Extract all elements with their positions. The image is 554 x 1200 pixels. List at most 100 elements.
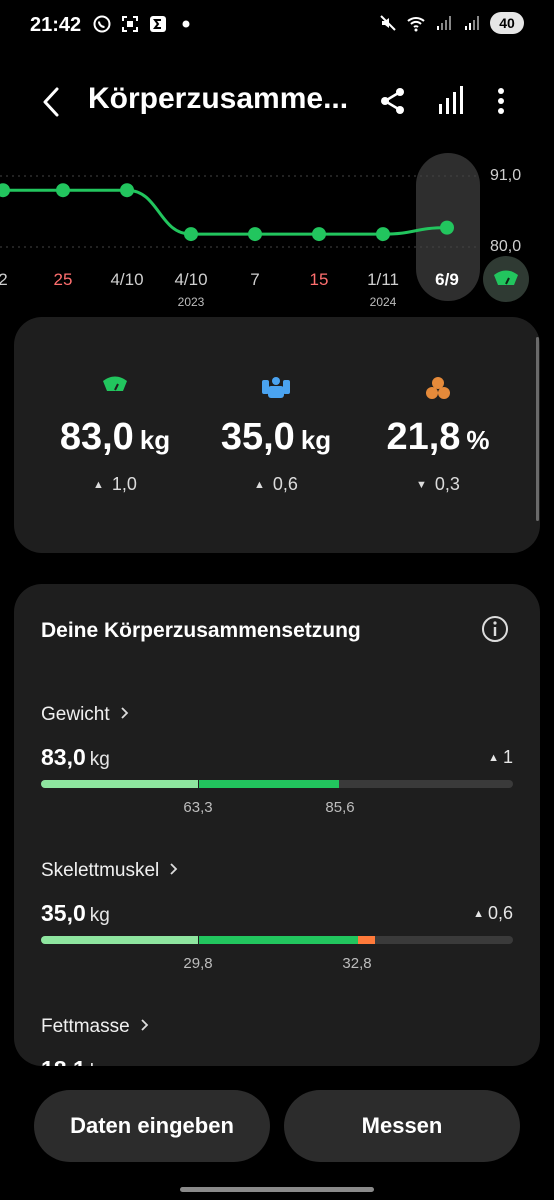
mute-icon: [378, 13, 398, 33]
summary-value: 35,0: [220, 416, 295, 458]
bar-chart-icon: [439, 86, 463, 114]
summary-value-row[interactable]: 83,0 kg: [25, 416, 205, 459]
scale-icon: [494, 270, 518, 285]
metric-delta-value: 1: [502, 747, 513, 767]
summary-delta-value: 0,3: [434, 474, 460, 494]
chevron-left-icon: [43, 87, 59, 117]
status-icons-left: [92, 14, 196, 34]
info-button[interactable]: [480, 614, 510, 644]
scrollbar[interactable]: [536, 337, 539, 521]
data-point: [56, 183, 70, 198]
triangle-up-icon: ▲: [473, 907, 484, 920]
metric-value-row: 18,1 kg: [41, 1056, 110, 1066]
summary-delta: ▼ 0,3: [388, 474, 488, 495]
summary-delta: ▲ 1,0: [65, 474, 165, 495]
triangle-down-icon: ▼: [416, 479, 427, 491]
range-high-label: 85,6: [325, 799, 355, 816]
summary-delta-value: 0,6: [272, 474, 298, 494]
chevron-right-icon: [120, 704, 129, 725]
dot-icon: [176, 14, 196, 34]
summary-unit: kg: [139, 425, 171, 455]
more-options-button[interactable]: [488, 84, 514, 118]
chart-view-button[interactable]: [434, 84, 468, 118]
bar-segment-over: [358, 936, 375, 944]
metric-link[interactable]: Fettmasse: [41, 1016, 149, 1038]
metric-delta: ▲ 0,6: [473, 903, 513, 924]
metric-range-bar: [41, 936, 513, 944]
composition-card: Deine Körperzusammensetzung Gewicht 83,0 k…: [14, 584, 540, 1066]
y-tick-top: 91,0: [490, 167, 522, 184]
summary-value-row[interactable]: 35,0 kg: [186, 416, 366, 459]
sigma-icon: [148, 14, 168, 34]
bar-segment-normal: [198, 780, 339, 788]
more-vertical-icon: [498, 88, 504, 114]
metric-unit: kg: [89, 749, 110, 770]
metric-value: 83,0: [41, 744, 86, 770]
summary-value: 21,8: [386, 416, 461, 458]
bar-segment-low: [41, 936, 198, 944]
metric-link[interactable]: Skelettmuskel: [41, 860, 178, 882]
data-point: [248, 227, 262, 242]
metric-label: Gewicht: [41, 704, 110, 725]
metric-value: 18,1: [41, 1056, 86, 1066]
data-point: [120, 183, 134, 198]
triangle-up-icon: ▲: [488, 751, 499, 764]
summary-delta: ▲ 0,6: [226, 474, 326, 495]
data-point: [184, 227, 198, 242]
x-tick-label[interactable]: 6/9: [407, 270, 487, 290]
info-icon: [482, 616, 508, 642]
data-point: [376, 227, 390, 242]
metric-label: Skelettmuskel: [41, 860, 160, 881]
muscle-icon: [256, 376, 296, 405]
range-low-label: 63,3: [183, 799, 213, 816]
share-button[interactable]: [376, 84, 410, 118]
metric-value-row: 35,0 kg: [41, 900, 110, 927]
metric-delta: ▲ 1: [488, 747, 513, 768]
summary-unit: kg: [300, 425, 332, 455]
metric-unit: kg: [89, 905, 110, 926]
measure-button[interactable]: Messen: [284, 1090, 520, 1162]
home-indicator[interactable]: [180, 1187, 374, 1192]
battery-indicator: 40: [490, 12, 524, 34]
whatsapp-icon: [92, 14, 112, 34]
y-tick-bottom: 80,0: [490, 238, 522, 255]
metric-range-bar: [41, 780, 513, 788]
data-point: [312, 227, 326, 242]
summary-value-row[interactable]: 21,8%: [348, 416, 528, 459]
wifi-icon: [406, 13, 426, 33]
composition-title: Deine Körperzusammensetzung: [41, 619, 361, 642]
bar-segment-low: [41, 780, 198, 788]
back-button[interactable]: [34, 84, 68, 120]
series-line: [0, 188, 448, 236]
triangle-up-icon: ▲: [93, 479, 104, 491]
bar-segment-normal: [198, 936, 358, 944]
signal-icon: [434, 13, 454, 33]
signal-icon: [462, 13, 482, 33]
share-icon: [381, 88, 404, 114]
metric-unit: kg: [90, 1061, 110, 1066]
enter-data-button[interactable]: Daten eingeben: [34, 1090, 270, 1162]
range-high-label: 32,8: [342, 955, 372, 972]
fat-icon: [418, 376, 458, 405]
status-time: 21:42: [30, 14, 82, 36]
metric-label: Fettmasse: [41, 1016, 130, 1037]
data-point: [440, 220, 454, 235]
page-title: Körperzusamme...: [88, 82, 349, 115]
x-tick-year: 2024: [369, 295, 397, 309]
screenshot-icon: [120, 14, 140, 34]
metric-value: 35,0: [41, 900, 86, 926]
metric-link[interactable]: Gewicht: [41, 704, 129, 726]
range-low-label: 29,8: [183, 955, 213, 972]
metric-delta-value: 0,6: [487, 903, 513, 923]
triangle-up-icon: ▲: [254, 479, 265, 491]
chevron-right-icon: [169, 860, 178, 881]
data-point: [0, 183, 10, 198]
summary-delta-value: 1,0: [111, 474, 137, 494]
metric-value-row: 83,0 kg: [41, 744, 110, 771]
scale-icon: [95, 376, 135, 399]
chevron-right-icon: [140, 1016, 149, 1037]
summary-unit: %: [466, 425, 490, 455]
scale-filter-button[interactable]: [483, 256, 529, 302]
x-tick-year: 2023: [177, 295, 205, 309]
summary-value: 83,0: [59, 416, 134, 458]
